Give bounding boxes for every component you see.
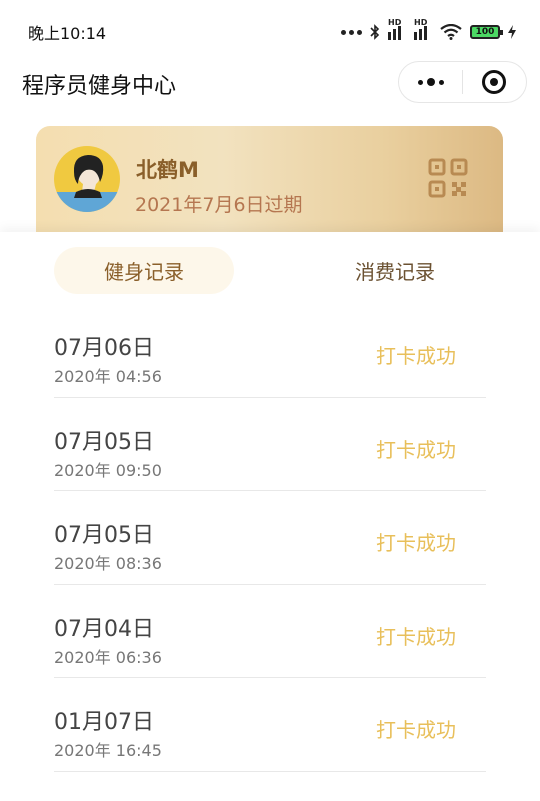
battery-icon: 100 [470,25,503,39]
record-status: 打卡成功 [376,531,456,555]
tab-consumption-records[interactable]: 消费记录 [305,247,485,294]
record-status: 打卡成功 [376,718,456,742]
bluetooth-icon [370,24,380,40]
record-date: 07月04日 [54,616,154,642]
app-header: 程序员健身中心 [0,60,540,104]
record-status: 打卡成功 [376,437,456,462]
record-date: 07月05日 [54,429,154,455]
membership-expiry: 2021年7月6日过期 [135,194,303,216]
record-date: 01月07日 [54,710,154,735]
status-time: 晚上10:14 [28,24,107,43]
record-row[interactable]: 07月06日 2020年 04:56 打卡成功 [54,304,486,398]
record-time: 2020年 16:45 [54,741,162,760]
record-row[interactable]: 01月07日 2020年 16:45 打卡成功 [54,678,486,772]
record-time: 2020年 09:50 [54,460,162,480]
record-time: 2020年 06:36 [54,647,162,667]
avatar-image-icon [54,146,120,212]
user-name: 北鹤M [136,158,199,182]
charging-icon [508,25,516,39]
signal-icon: HD [414,18,432,40]
page-title: 程序员健身中心 [22,74,177,99]
record-row[interactable]: 07月05日 2020年 08:36 打卡成功 [54,491,486,585]
wifi-icon [440,24,462,40]
close-button[interactable] [463,62,526,102]
record-status: 打卡成功 [376,624,456,649]
avatar[interactable] [54,146,120,212]
more-dot-icon [426,78,435,86]
more-button[interactable] [399,62,462,102]
record-time: 2020年 08:36 [54,554,162,573]
status-bar: 晚上10:14 HD HD 100 [0,0,540,60]
status-icons: HD HD 100 [341,18,516,40]
record-row[interactable]: 07月05日 2020年 09:50 打卡成功 [54,398,486,491]
miniprogram-capsule [398,61,527,103]
record-date: 07月05日 [54,523,154,548]
more-dot-icon [417,79,423,85]
tab-fitness-records[interactable]: 健身记录 [54,247,234,294]
records-sheet: 健身记录 消费记录 07月06日 2020年 04:56 打卡成功 07月05日… [0,232,540,801]
record-row[interactable]: 07月04日 2020年 06:36 打卡成功 [54,585,486,678]
dots-icon [341,29,362,35]
record-time: 2020年 04:56 [54,367,162,386]
close-target-icon [482,70,507,94]
signal-icon: HD [388,18,406,40]
record-date: 07月06日 [54,336,154,361]
qr-code-icon[interactable] [428,158,468,198]
record-status: 打卡成功 [376,344,456,368]
more-dot-icon [438,79,444,85]
record-list: 07月06日 2020年 04:56 打卡成功 07月05日 2020年 09:… [54,304,486,772]
